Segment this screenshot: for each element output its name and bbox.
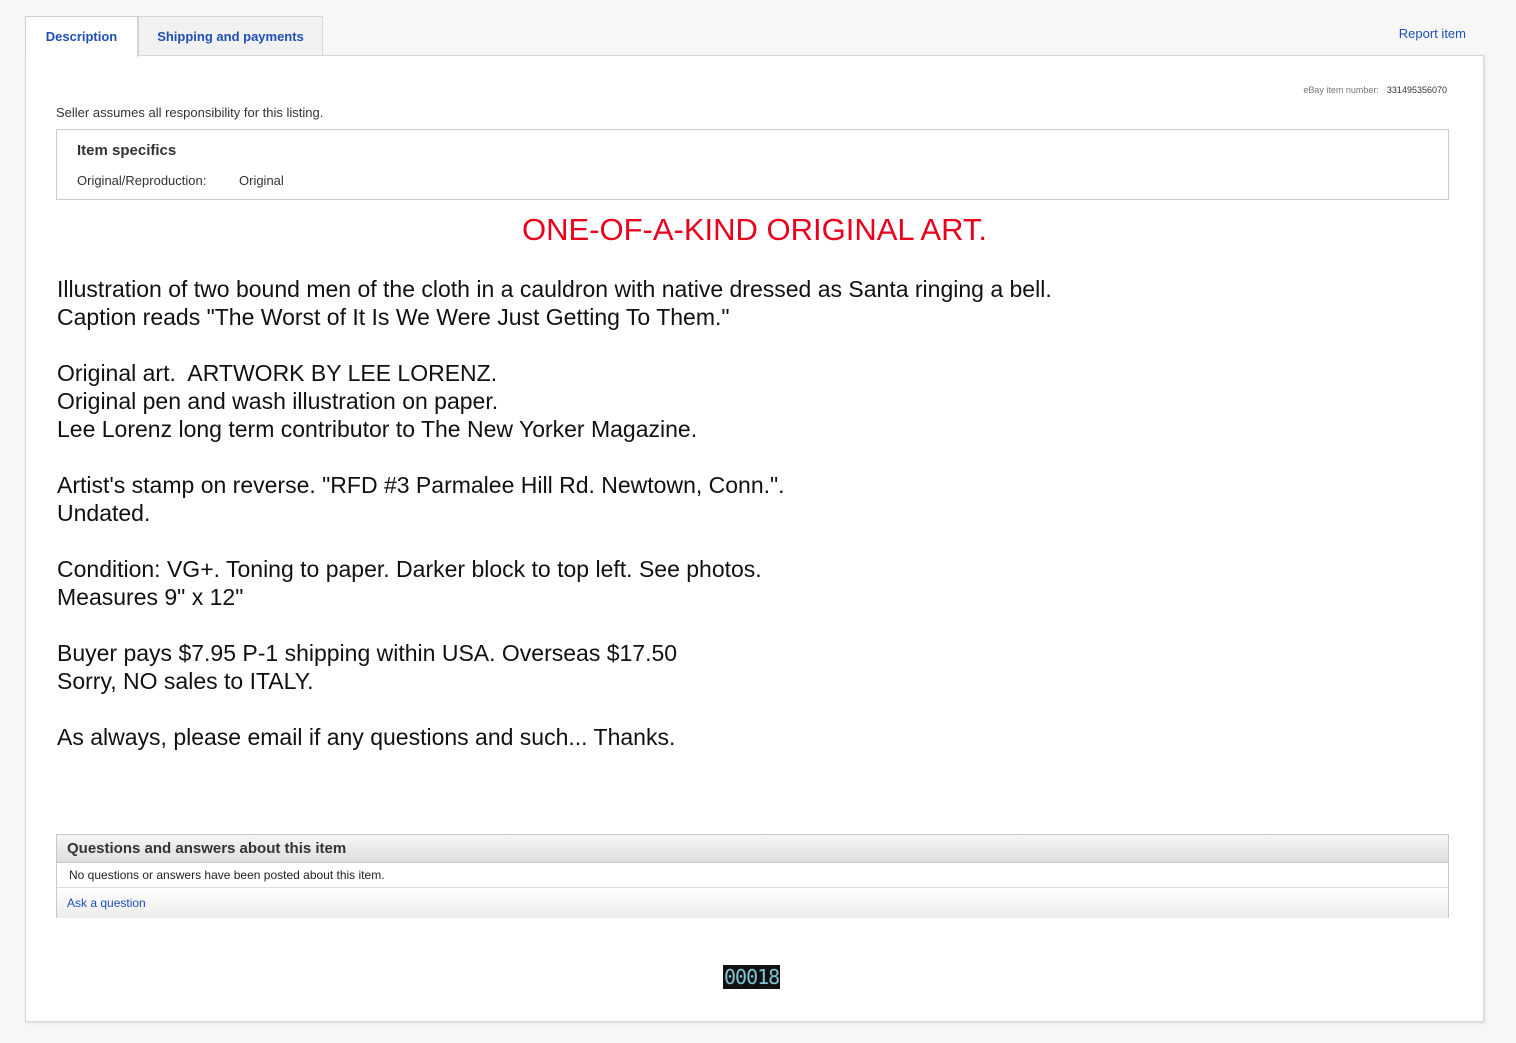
qa-footer: Ask a question	[57, 888, 1448, 918]
description-line: As always, please email if any questions…	[57, 724, 676, 750]
description-line: Original art. ARTWORK BY LEE LORENZ.	[57, 360, 498, 386]
spec-value-original-reproduction: Original	[239, 173, 284, 188]
spec-label-original-reproduction: Original/Reproduction:	[77, 173, 207, 188]
report-item-link[interactable]: Report item	[1399, 26, 1466, 41]
tab-description[interactable]: Description	[25, 16, 138, 57]
qa-empty-message: No questions or answers have been posted…	[57, 863, 1448, 888]
listing-description: Illustration of two bound men of the clo…	[57, 275, 1052, 751]
description-line: Caption reads "The Worst of It Is We Wer…	[57, 304, 730, 330]
item-number-value: 331495356070	[1386, 85, 1447, 95]
tab-shipping-and-payments[interactable]: Shipping and payments	[138, 16, 323, 55]
description-panel: eBay item number: 331495356070 Seller ass…	[25, 55, 1484, 1022]
qa-title: Questions and answers about this item	[57, 835, 1448, 863]
description-line: Buyer pays $7.95 P-1 shipping within USA…	[57, 640, 678, 666]
visitor-counter: 00018	[723, 965, 780, 989]
tab-bar: Description Shipping and payments	[25, 16, 323, 57]
seller-responsibility-note: Seller assumes all responsibility for th…	[56, 105, 324, 120]
questions-and-answers-box: Questions and answers about this item No…	[56, 834, 1449, 918]
item-specifics-title: Item specifics	[77, 142, 177, 159]
description-line: Lee Lorenz long term contributor to The …	[57, 416, 698, 442]
listing-headline: ONE-OF-A-KIND ORIGINAL ART.	[521, 212, 988, 247]
description-line: Illustration of two bound men of the clo…	[57, 276, 1052, 302]
item-specifics-box: Item specifics Original/Reproduction: Or…	[56, 129, 1449, 200]
item-number-label: eBay item number:	[1303, 85, 1379, 95]
description-line: Artist's stamp on reverse. "RFD #3 Parma…	[57, 472, 785, 498]
description-line: Sorry, NO sales to ITALY.	[57, 668, 314, 694]
description-line: Original pen and wash illustration on pa…	[57, 388, 499, 414]
description-line: Undated.	[57, 500, 151, 526]
description-line: Measures 9" x 12"	[57, 584, 244, 610]
item-number: eBay item number: 331495356070	[1303, 85, 1447, 95]
ask-question-link[interactable]: Ask a question	[67, 896, 146, 910]
description-line: Condition: VG+. Toning to paper. Darker …	[57, 556, 762, 582]
